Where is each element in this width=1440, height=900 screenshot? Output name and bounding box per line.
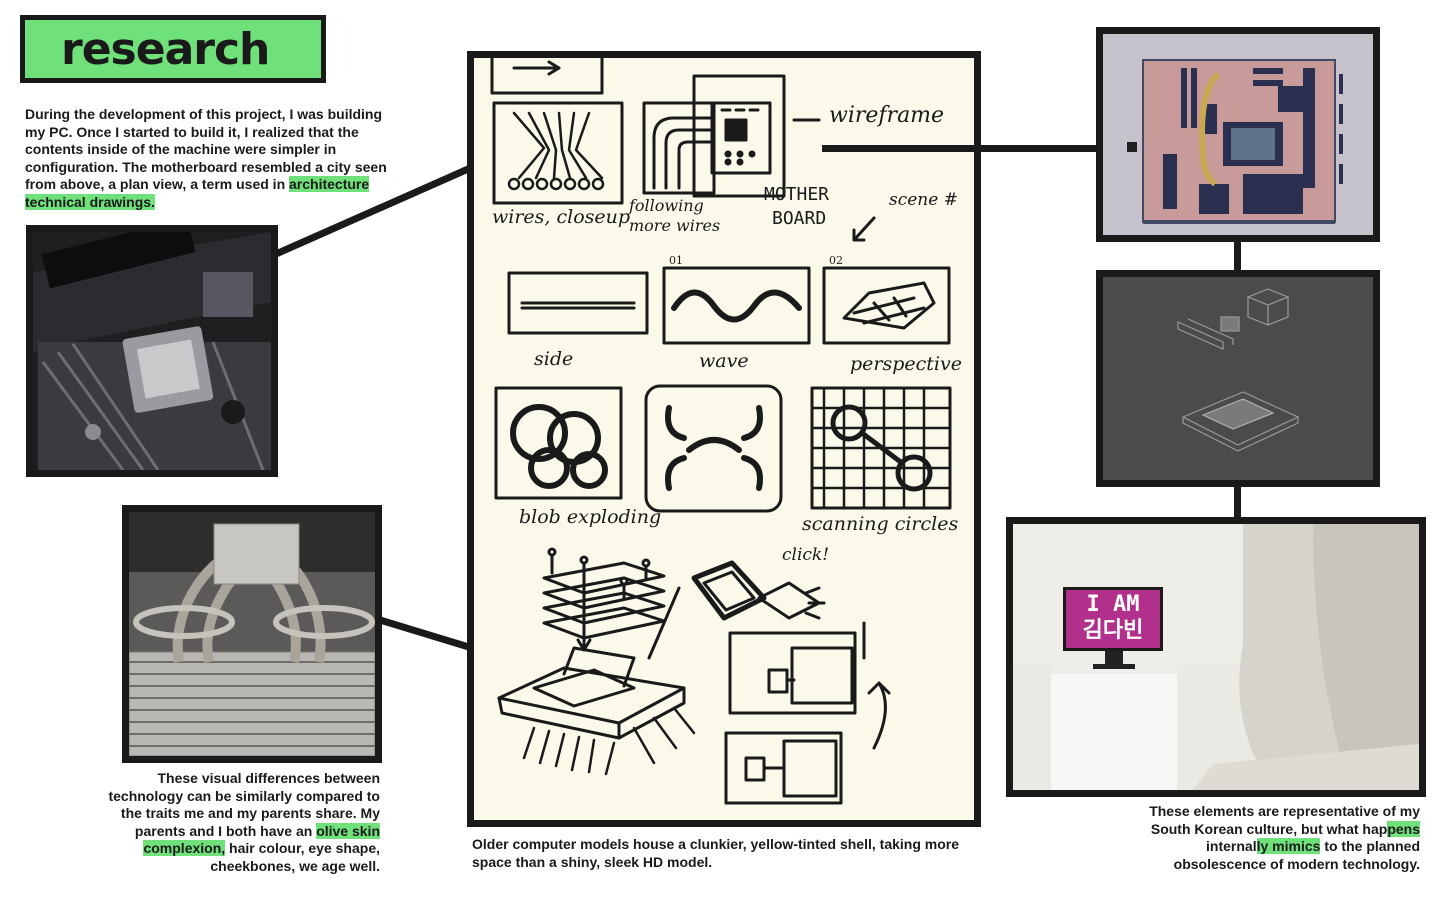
motherboard-render-image	[1103, 34, 1373, 235]
connector-line	[1234, 487, 1241, 519]
page-title: research	[61, 24, 270, 75]
cooler-caption-highlight: olive skin	[316, 822, 380, 839]
sketch-label-blob: blob exploding	[519, 506, 662, 528]
right-caption: These elements are representative of my …	[1130, 803, 1420, 873]
sketch-label-wires: wires, closeup	[492, 206, 631, 228]
cooler-photo-image	[129, 512, 375, 756]
sketch-label-click: click!	[782, 545, 830, 565]
connector-line	[822, 145, 1102, 152]
sketch-label-num1: 01	[669, 254, 683, 267]
right-caption-text: These elements are representative of my …	[1149, 803, 1420, 837]
sketch-caption: Older computer models house a clunkier, …	[472, 836, 960, 870]
sketch-label-num2: 02	[829, 254, 843, 267]
exhibition-photo-image	[1013, 524, 1419, 790]
motherboard-photo	[26, 225, 278, 477]
sketch-label-board: BOARD	[772, 208, 827, 229]
exploded-render	[1096, 270, 1380, 487]
title-box: research	[20, 15, 326, 83]
cooler-caption: These visual differences between technol…	[100, 770, 380, 876]
connector-line	[1234, 242, 1241, 272]
monitor-screen-line1: I AM	[1086, 592, 1140, 617]
sketch-drawings	[490, 58, 952, 805]
sketch-label-mother: MOTHER	[764, 184, 830, 205]
sketch-label-perspective: perspective	[850, 353, 962, 375]
right-caption-text: internal	[1206, 838, 1257, 855]
sketch-label-scene: scene #	[889, 190, 958, 210]
exploded-render-image	[1103, 277, 1373, 480]
cooler-caption-highlight: complexion,	[143, 840, 226, 857]
connector-line	[378, 616, 474, 652]
right-caption-highlight: pens	[1387, 820, 1420, 837]
monitor-screen-line2: 김다빈	[1082, 618, 1144, 643]
motherboard-render	[1096, 27, 1380, 242]
sketch-label-wave: wave	[699, 350, 749, 372]
cooler-caption-text: hair colour, eye shape, cheekbones, we a…	[210, 840, 380, 874]
cooler-photo	[122, 505, 382, 763]
exhibition-photo: I AM 김다빈	[1006, 517, 1426, 797]
right-caption-highlight: ly mimics	[1256, 838, 1321, 855]
sketch-page: wireframe wires, closeup following more …	[467, 51, 981, 827]
sketch-label-side: side	[534, 348, 574, 370]
sketch-label-scanning: scanning circles	[802, 513, 959, 535]
sketch-label-wireframe: wireframe	[829, 103, 945, 128]
motherboard-photo-image	[33, 232, 271, 470]
sketch-label-following: following more wires	[629, 196, 721, 235]
